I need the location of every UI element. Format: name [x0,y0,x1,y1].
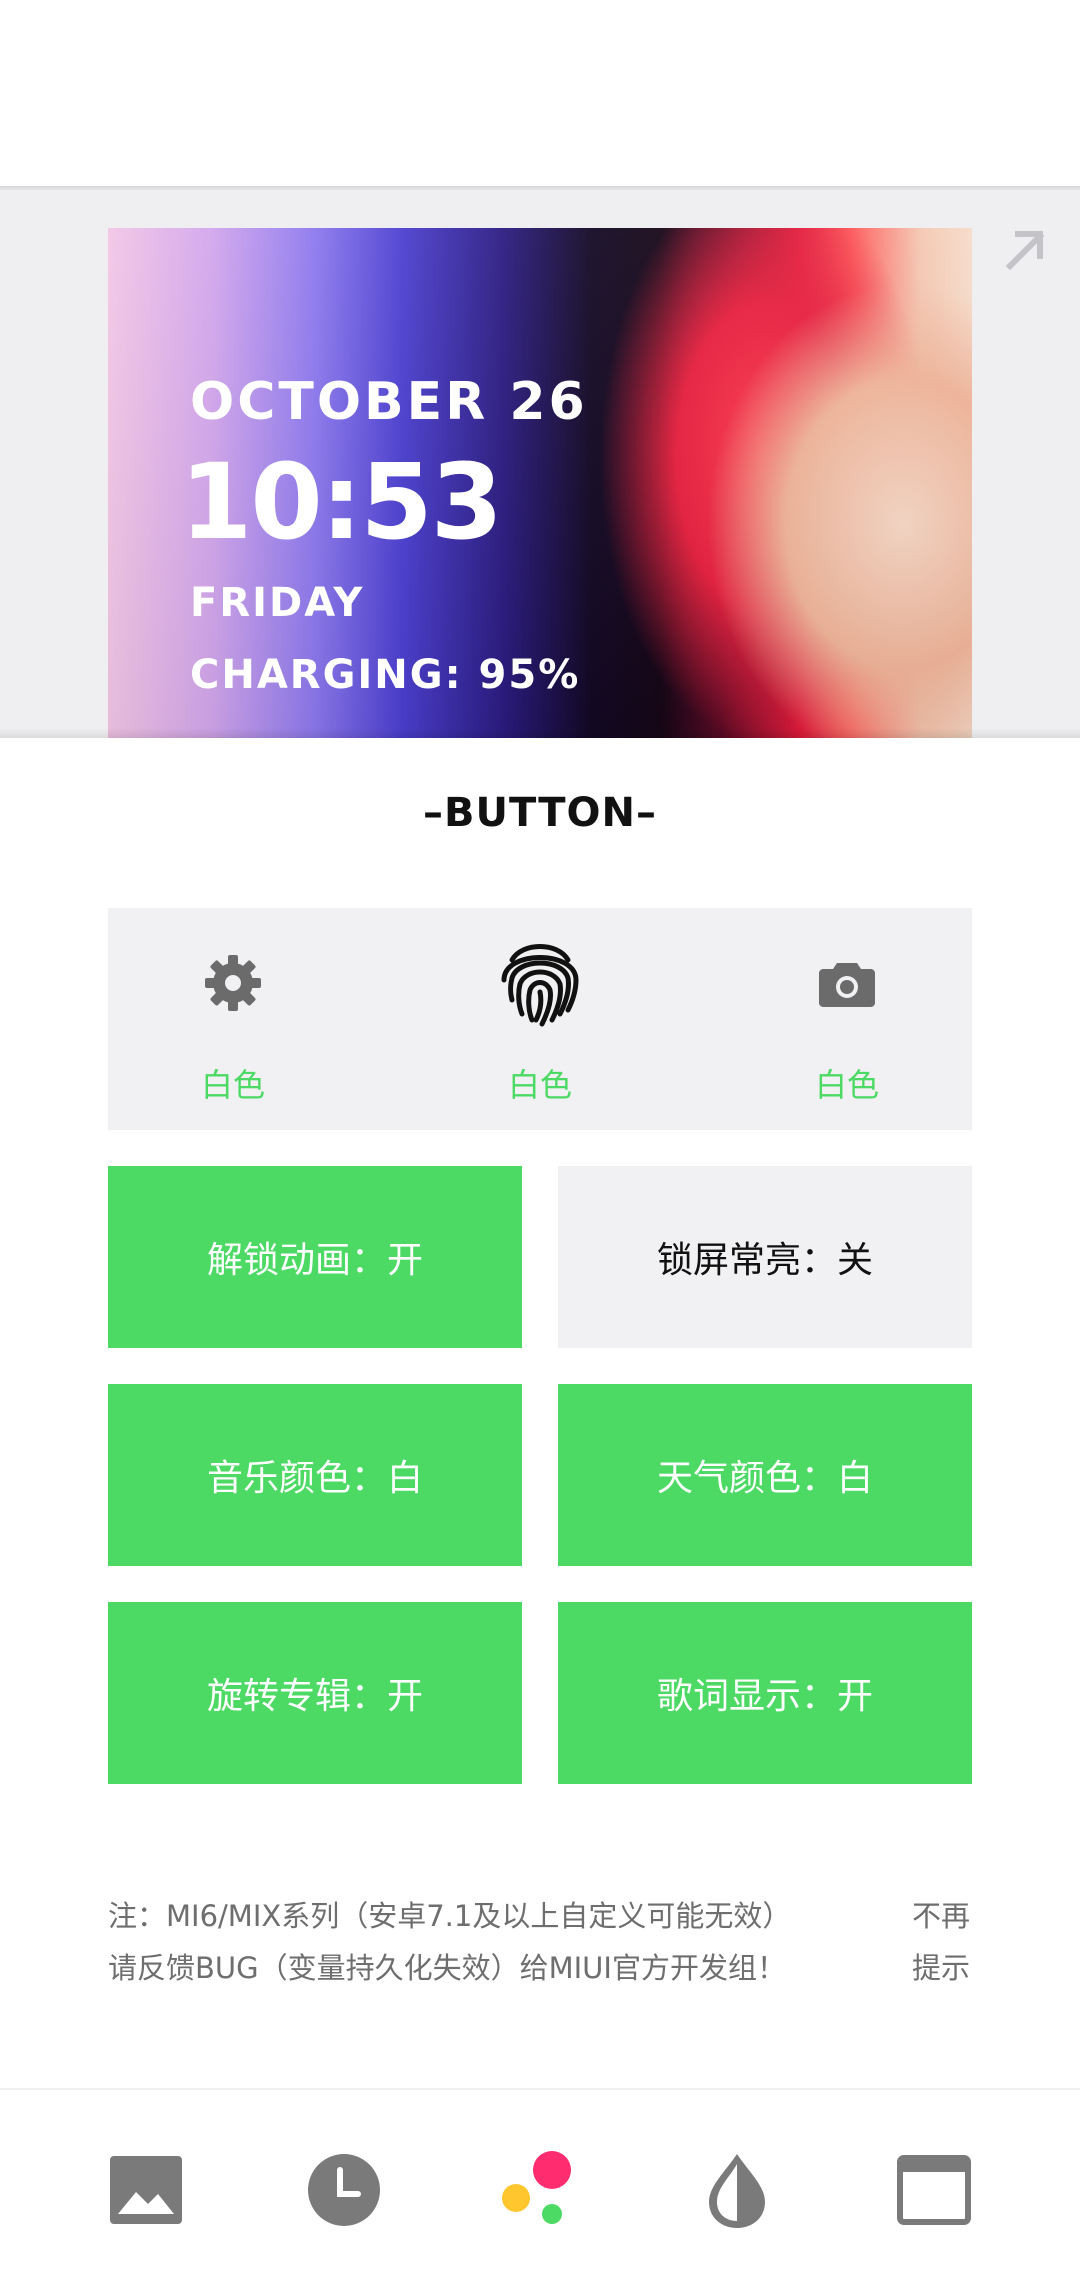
note-line-1: 注：MI6/MIX系列（安卓7.1及以上自定义可能无效） [108,1899,792,1933]
lyrics-display-toggle[interactable]: 歌词显示：开 [558,1602,972,1784]
section-title: –BUTTON– [423,790,657,836]
preview-day: FRIDAY [190,580,365,626]
fingerprint-color-label: 白色 [507,1066,572,1104]
top-bar [0,0,1080,190]
window-icon[interactable] [894,2150,974,2230]
clock-icon[interactable] [304,2150,384,2230]
lockscreen-always-on-toggle[interactable]: 锁屏常亮：关 [558,1166,972,1348]
music-color-toggle[interactable]: 音乐颜色：白 [108,1384,522,1566]
image-icon[interactable] [106,2150,186,2230]
gear-button[interactable]: 白色 [158,908,308,1130]
dismiss-line-2: 提示 [912,1951,971,1985]
dont-show-again-button[interactable]: 不再 提示 [912,1890,982,1994]
dismiss-line-1: 不再 [912,1899,971,1933]
button-icons-panel: 白色 白色 白色 [108,908,972,1130]
fingerprint-icon [501,944,579,1027]
gear-icon [205,955,261,1011]
drop-icon[interactable] [697,2150,777,2230]
preview-date: OCTOBER 26 [190,372,588,432]
preview-time: 10:53 [180,441,503,563]
arrow-up-right-icon[interactable] [1000,224,1050,274]
fingerprint-button[interactable]: 白色 [465,908,615,1130]
camera-icon [819,963,875,1007]
weather-color-toggle[interactable]: 天气颜色：白 [558,1384,972,1566]
note-line-2: 请反馈BUG（变量持久化失效）给MIUI官方开发组！ [108,1951,786,1985]
camera-button[interactable]: 白色 [772,908,922,1130]
rotate-album-toggle[interactable]: 旋转专辑：开 [108,1602,522,1784]
camera-color-label: 白色 [814,1066,879,1104]
gear-color-label: 白色 [200,1066,265,1104]
unlock-animation-toggle[interactable]: 解锁动画：开 [108,1166,522,1348]
palette-dots-icon[interactable] [500,2150,580,2230]
bottom-nav [0,2088,1080,2282]
compatibility-note: 注：MI6/MIX系列（安卓7.1及以上自定义可能无效） 请反馈BUG（变量持久… [108,1890,808,1994]
preview-charging: CHARGING: 95% [190,652,581,698]
